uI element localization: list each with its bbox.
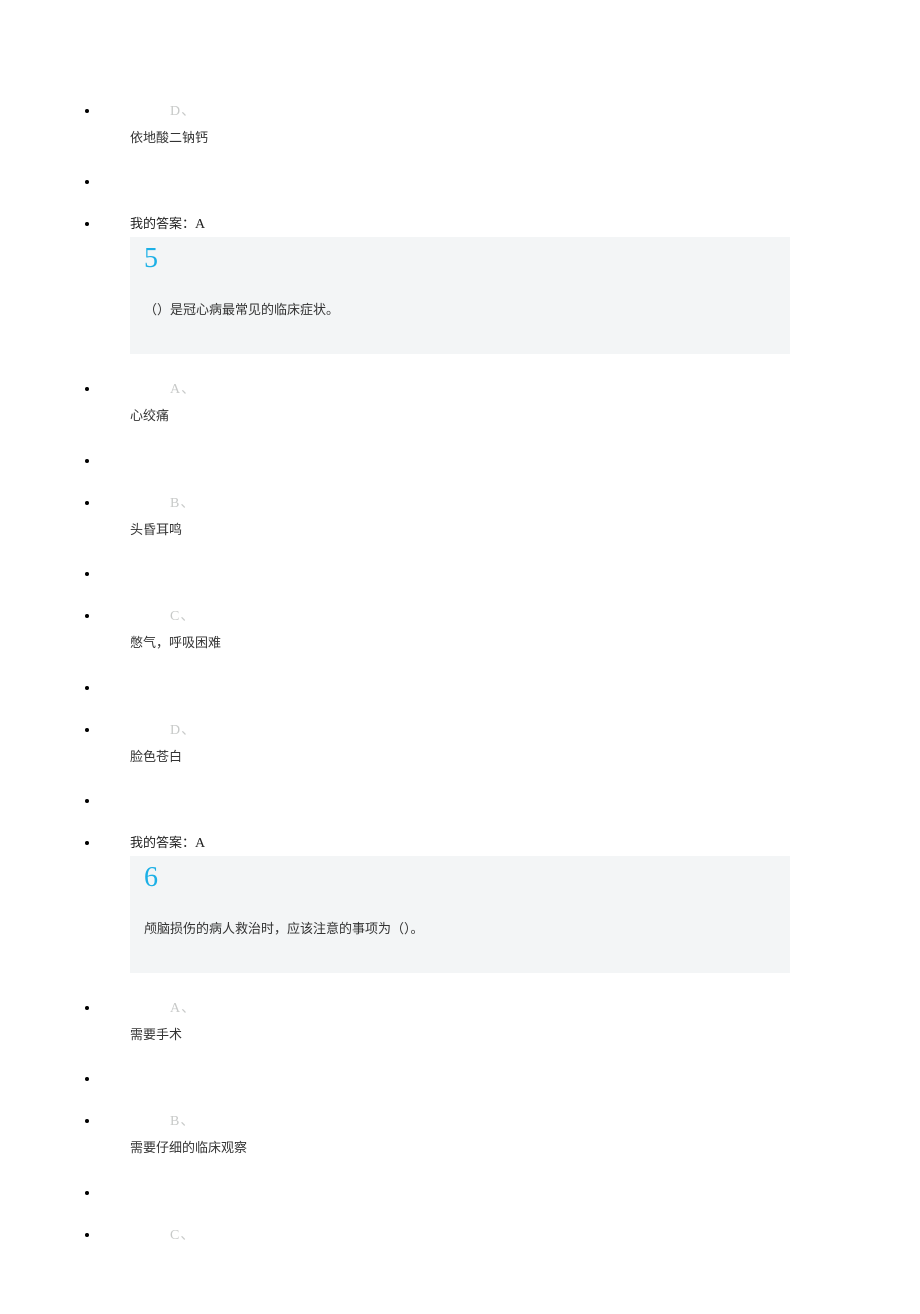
option-letter: A、 [170, 378, 196, 398]
option-letter: B、 [170, 1110, 195, 1130]
list-item: D、依地酸二钠钙 [100, 100, 920, 149]
list-item: C、憋气，呼吸困难 [100, 605, 920, 654]
my-answer-value: A [195, 836, 205, 851]
option-letter: B、 [170, 492, 195, 512]
option-text: 心绞痛 [130, 404, 920, 427]
list-item [100, 452, 920, 468]
question-number: 5 [144, 245, 776, 273]
list-item [100, 565, 920, 581]
option-letter: C、 [170, 1224, 195, 1244]
question-number: 6 [144, 864, 776, 892]
my-answer-value: A [195, 217, 205, 232]
list-item: B、头昏耳鸣 [100, 492, 920, 541]
list-item: A、心绞痛 [100, 378, 920, 427]
option-text: 需要手术 [130, 1023, 920, 1046]
option-letter: D、 [170, 100, 196, 120]
list-item: B、需要仔细的临床观察 [100, 1110, 920, 1159]
question-list: D、依地酸二钠钙我的答案：A5（）是冠心病最常见的临床症状。A、心绞痛B、头昏耳… [0, 100, 920, 1250]
option-letter: C、 [170, 605, 195, 625]
list-item: D、脸色苍白 [100, 719, 920, 768]
list-item: C、 [100, 1224, 920, 1250]
list-item [100, 1070, 920, 1086]
list-item [100, 679, 920, 695]
question-text: （）是冠心病最常见的临床症状。 [144, 299, 776, 318]
option-text: 憋气，呼吸困难 [130, 631, 920, 654]
option-text: 头昏耳鸣 [130, 518, 920, 541]
option-letter: D、 [170, 719, 196, 739]
question-block: 5 （）是冠心病最常见的临床症状。 [130, 237, 790, 354]
option-text: 脸色苍白 [130, 745, 920, 768]
list-item [100, 792, 920, 808]
question-block: 6 颅脑损伤的病人救治时，应该注意的事项为（）。 [130, 856, 790, 973]
my-answer-label: 我的答案： [130, 216, 195, 231]
list-item [100, 1184, 920, 1200]
list-item: A、需要手术 [100, 997, 920, 1046]
question-text: 颅脑损伤的病人救治时，应该注意的事项为（）。 [144, 918, 776, 937]
option-text: 依地酸二钠钙 [130, 126, 920, 149]
list-item [100, 173, 920, 189]
option-text: 需要仔细的临床观察 [130, 1136, 920, 1159]
list-item: 我的答案：A 5 （）是冠心病最常见的临床症状。 [100, 213, 920, 354]
option-letter: A、 [170, 997, 196, 1017]
my-answer-label: 我的答案： [130, 835, 195, 850]
list-item: 我的答案：A 6 颅脑损伤的病人救治时，应该注意的事项为（）。 [100, 832, 920, 973]
